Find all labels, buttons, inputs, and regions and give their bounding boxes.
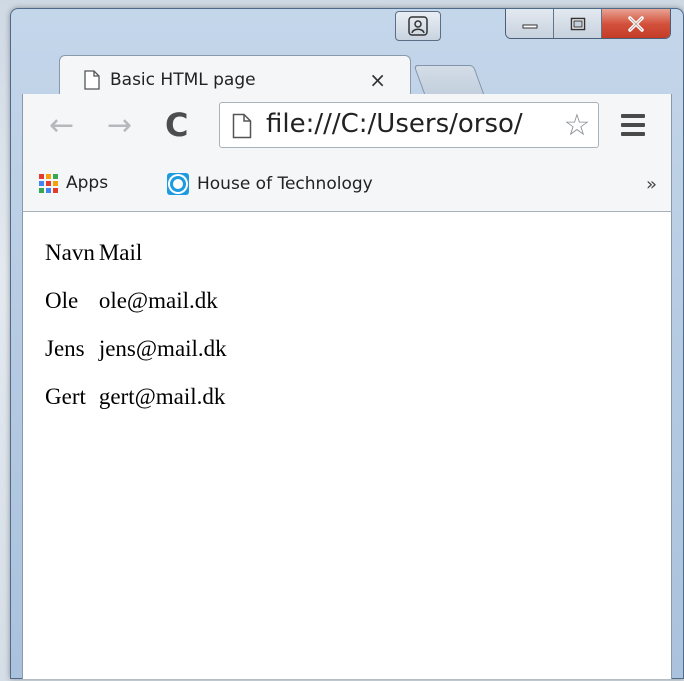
window-controls (505, 9, 671, 39)
page-content: Navn Mail Ole ole@mail.dk Jens jens@mail… (22, 212, 672, 679)
table-row: Jens jens@mail.dk (45, 336, 227, 384)
address-bar-url: file:///C:/Users/orso/ (266, 109, 523, 139)
bookmark-star-icon[interactable]: ☆ (558, 107, 596, 143)
forward-button[interactable]: → (107, 108, 132, 143)
new-tab-button[interactable] (413, 65, 485, 95)
bookmark-apps[interactable]: Apps (39, 173, 108, 193)
apps-grid-icon (39, 173, 58, 193)
page-icon (232, 113, 252, 139)
bookmark-apps-label: Apps (66, 173, 109, 193)
table-header-row: Navn Mail (45, 240, 227, 288)
column-header-mail: Mail (98, 240, 143, 265)
cell-mail: ole@mail.dk (98, 288, 218, 313)
minimize-button[interactable] (506, 9, 554, 38)
cell-name: Jens (45, 336, 85, 361)
tab-title: Basic HTML page (110, 70, 256, 90)
bookmark-house-of-technology-label: House of Technology (197, 174, 373, 194)
back-button[interactable]: ← (49, 108, 74, 143)
cell-mail: gert@mail.dk (98, 384, 226, 409)
table-row: Gert gert@mail.dk (45, 384, 227, 432)
bookmarks-overflow-button[interactable]: » (646, 174, 657, 195)
tab-close-icon[interactable]: × (369, 68, 386, 92)
user-icon (408, 16, 428, 36)
address-bar[interactable]: file:///C:/Users/orso/ ☆ (219, 102, 599, 148)
close-button[interactable] (602, 9, 670, 38)
hamburger-menu-icon[interactable] (621, 114, 645, 141)
reload-button[interactable]: C (165, 106, 188, 144)
minimize-icon (522, 24, 537, 29)
column-header-navn: Navn (45, 240, 95, 265)
bookmarks-bar: Apps House of Technology » (22, 158, 672, 212)
bookmark-house-of-technology[interactable]: House of Technology (167, 173, 373, 195)
document-icon (84, 70, 100, 90)
house-of-technology-icon (167, 173, 189, 195)
maximize-button[interactable] (554, 9, 602, 38)
browser-toolbar: ← → C file:///C:/Users/orso/ ☆ (22, 94, 672, 158)
cell-name: Ole (45, 288, 79, 313)
cell-mail: jens@mail.dk (98, 336, 227, 361)
maximize-icon (570, 17, 585, 31)
table-row: Ole ole@mail.dk (45, 288, 227, 336)
profile-button[interactable] (395, 11, 441, 41)
people-table: Navn Mail Ole ole@mail.dk Jens jens@mail… (43, 240, 229, 432)
close-icon (628, 16, 644, 32)
cell-name: Gert (45, 384, 86, 409)
